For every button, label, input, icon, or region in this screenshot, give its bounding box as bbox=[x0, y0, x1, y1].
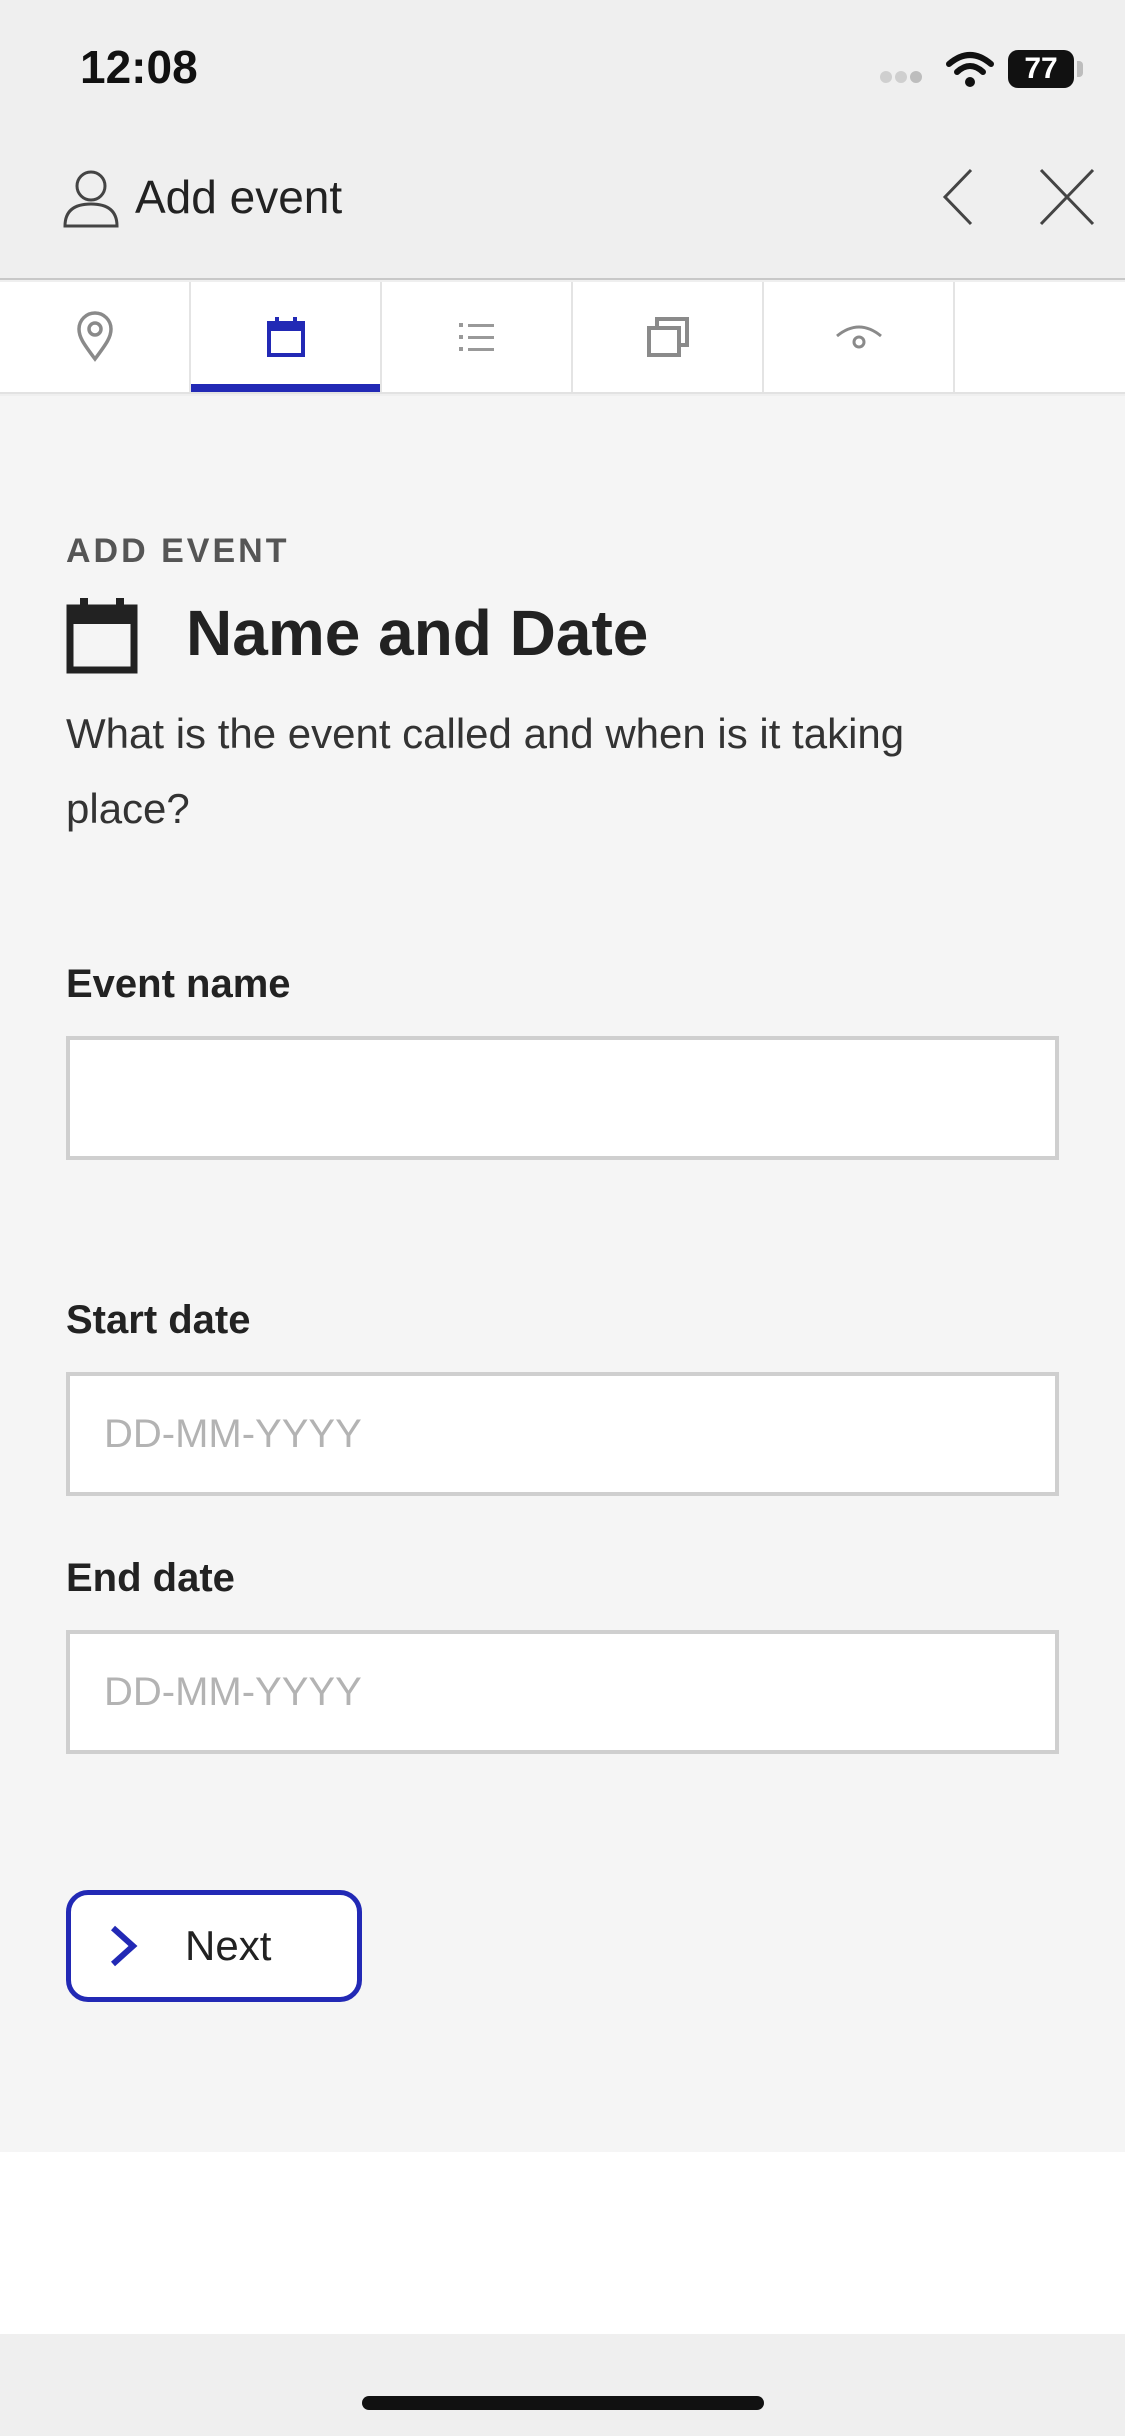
eye-icon bbox=[835, 325, 882, 349]
next-button[interactable]: Next bbox=[66, 1890, 362, 2002]
tab-location[interactable] bbox=[0, 282, 191, 392]
page-title: Name and Date bbox=[186, 597, 649, 669]
section-eyebrow: ADD EVENT bbox=[66, 532, 290, 570]
end-date-label: End date bbox=[66, 1556, 235, 1600]
step-tabs bbox=[0, 282, 1125, 394]
chevron-right-icon bbox=[110, 1925, 138, 1967]
home-indicator[interactable] bbox=[362, 2396, 764, 2410]
wifi-icon bbox=[946, 52, 994, 87]
battery-icon: 77 bbox=[1008, 50, 1074, 88]
tab-visibility[interactable] bbox=[764, 282, 955, 392]
tab-copies[interactable] bbox=[573, 282, 764, 392]
cellular-signal-icon bbox=[880, 70, 930, 84]
list-icon bbox=[458, 323, 494, 351]
location-pin-icon bbox=[76, 311, 113, 362]
status-time: 12:08 bbox=[80, 41, 198, 93]
end-date-input[interactable] bbox=[66, 1630, 1059, 1754]
page-subtitle: What is the event called and when is it … bbox=[66, 710, 905, 832]
copy-icon bbox=[646, 317, 689, 357]
start-date-input[interactable] bbox=[66, 1372, 1059, 1496]
status-bar: 12:08 77 bbox=[0, 0, 1125, 140]
event-name-label: Event name bbox=[66, 962, 291, 1006]
bottom-spacer bbox=[0, 2152, 1125, 2334]
user-icon bbox=[63, 170, 119, 228]
back-chevron-icon[interactable] bbox=[935, 162, 985, 232]
calendar-icon bbox=[66, 598, 138, 674]
tab-details[interactable] bbox=[382, 282, 573, 392]
calendar-icon bbox=[266, 317, 305, 357]
next-button-label: Next bbox=[185, 1922, 272, 1969]
battery-tip bbox=[1077, 61, 1083, 77]
main-content: ADD EVENT Name and Date What is the even… bbox=[0, 396, 1125, 2152]
start-date-label: Start date bbox=[66, 1298, 251, 1342]
header-bar: Add event bbox=[0, 140, 1125, 280]
close-icon[interactable] bbox=[1035, 162, 1099, 232]
home-bar-area bbox=[0, 2334, 1125, 2436]
tab-date[interactable] bbox=[191, 282, 382, 392]
event-name-input[interactable] bbox=[66, 1036, 1059, 1160]
header-title: Add event bbox=[135, 171, 343, 223]
